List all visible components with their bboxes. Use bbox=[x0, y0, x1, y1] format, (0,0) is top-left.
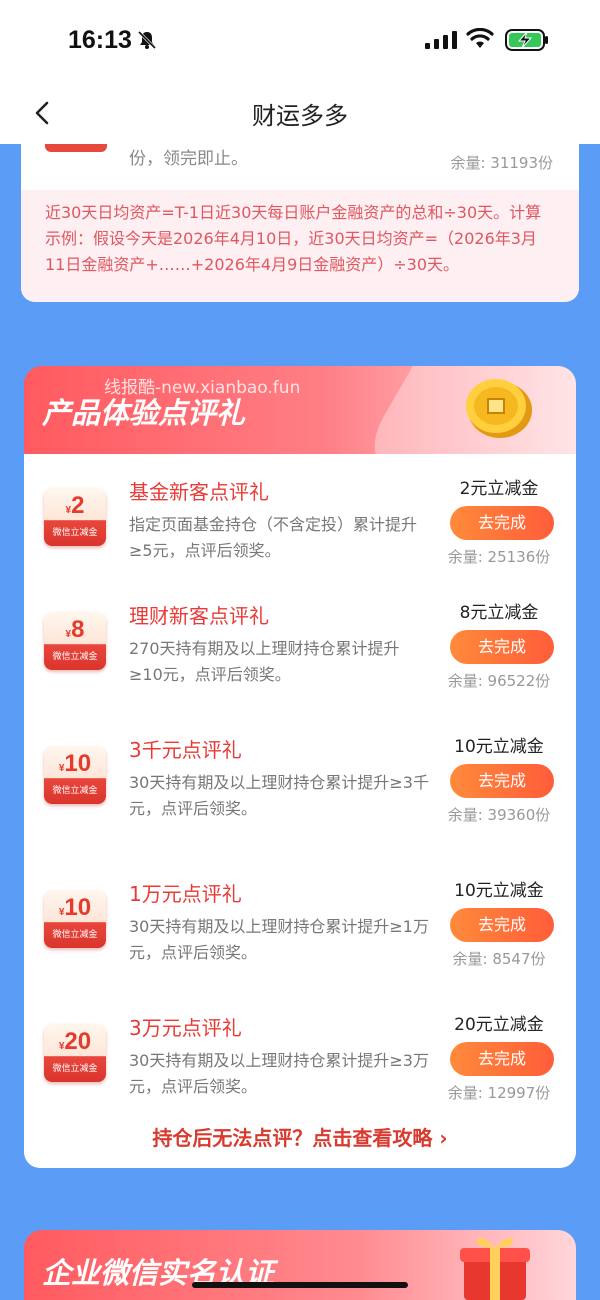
badge-label: 微信立减金 bbox=[52, 528, 98, 538]
product-list: ¥2 微信立减金 基金新客点评礼 指定页面基金持仓（不含定投）累计提升≥5元，点… bbox=[24, 454, 576, 1168]
badge-label: 微信立减金 bbox=[52, 652, 98, 662]
list-item: ¥10 微信立减金 1万元点评礼 30天持有期及以上理财持仓累计提升≥1万元，点… bbox=[24, 856, 576, 990]
item-reward: 10元立减金 bbox=[454, 737, 544, 757]
top-card: 份，领完即止。 余量: 31193份 近30天日均资产=T-1日近30天每日账户… bbox=[21, 144, 579, 302]
item-stock: 余量: 25136份 bbox=[447, 548, 551, 566]
reward-badge: ¥10 微信立减金 bbox=[44, 890, 106, 948]
item-stock: 余量: 96522份 bbox=[447, 672, 551, 690]
gift-icon bbox=[460, 1237, 530, 1300]
asset-note: 近30天日均资产=T-1日近30天每日账户金融资产的总和÷30天。计算示例：假设… bbox=[21, 190, 579, 302]
item-reward: 20元立减金 bbox=[454, 1015, 544, 1035]
home-indicator bbox=[192, 1282, 408, 1288]
item-title: 1万元点评礼 bbox=[129, 882, 242, 906]
status-time: 16:13 bbox=[68, 26, 132, 54]
reward-badge-partial bbox=[45, 144, 107, 152]
watermark-text: 线报酷-new.xianbao.fun bbox=[104, 378, 301, 398]
item-reward: 8元立减金 bbox=[459, 603, 539, 623]
nav-bar: 财运多多 bbox=[0, 80, 600, 144]
item-title: 基金新客点评礼 bbox=[129, 480, 269, 504]
item-stock: 余量: 8547份 bbox=[452, 950, 546, 968]
bell-slash-icon bbox=[137, 30, 157, 50]
go-complete-button[interactable]: 去完成 bbox=[450, 630, 554, 664]
badge-amount: 8 bbox=[71, 616, 85, 643]
item-title: 3万元点评礼 bbox=[129, 1016, 242, 1040]
item-desc: 指定页面基金持仓（不含定投）累计提升≥5元，点评后领奖。 bbox=[129, 515, 418, 560]
item-reward: 10元立减金 bbox=[454, 881, 544, 901]
badge-label: 微信立减金 bbox=[52, 786, 98, 796]
status-bar: 16:13 bbox=[0, 0, 600, 80]
item-desc: 30天持有期及以上理财持仓累计提升≥3万元，点评后领奖。 bbox=[129, 1051, 429, 1096]
reward-badge: ¥20 微信立减金 bbox=[44, 1024, 106, 1082]
badge-amount: 20 bbox=[64, 1028, 92, 1055]
item-stock: 余量: 12997份 bbox=[447, 1084, 551, 1102]
item-desc: 30天持有期及以上理财持仓累计提升≥3千元，点评后领奖。 bbox=[129, 773, 429, 818]
list-item: ¥10 微信立减金 3千元点评礼 30天持有期及以上理财持仓累计提升≥3千元，点… bbox=[24, 712, 576, 846]
go-complete-button[interactable]: 去完成 bbox=[450, 1042, 554, 1076]
item-title: 3千元点评礼 bbox=[129, 738, 242, 762]
badge-label: 微信立减金 bbox=[52, 1064, 98, 1074]
wifi-icon bbox=[466, 28, 494, 48]
signal-icon bbox=[425, 31, 457, 49]
reward-badge: ¥10 微信立减金 bbox=[44, 746, 106, 804]
badge-label: 微信立减金 bbox=[52, 930, 98, 940]
item-desc: 30天持有期及以上理财持仓累计提升≥1万元，点评后领奖。 bbox=[129, 917, 429, 962]
item-reward: 2元立减金 bbox=[459, 479, 539, 499]
reward-badge: ¥8 微信立减金 bbox=[44, 612, 106, 670]
badge-amount: 10 bbox=[64, 750, 92, 777]
item-desc: 270天持有期及以上理财持仓累计提升≥10元，点评后领奖。 bbox=[129, 639, 400, 684]
list-item: ¥8 微信立减金 理财新客点评礼 270天持有期及以上理财持仓累计提升≥10元，… bbox=[24, 578, 576, 712]
badge-amount: 2 bbox=[71, 492, 85, 519]
go-complete-button[interactable]: 去完成 bbox=[450, 506, 554, 540]
go-complete-button[interactable]: 去完成 bbox=[450, 764, 554, 798]
coin-icon bbox=[466, 379, 532, 438]
list-item: ¥20 微信立减金 3万元点评礼 30天持有期及以上理财持仓累计提升≥3万元，点… bbox=[24, 990, 576, 1124]
reward-badge: ¥2 微信立减金 bbox=[44, 488, 106, 546]
item-stock: 余量: 39360份 bbox=[447, 806, 551, 824]
badge-amount: 10 bbox=[64, 894, 92, 921]
list-item: ¥2 微信立减金 基金新客点评礼 指定页面基金持仓（不含定投）累计提升≥5元，点… bbox=[24, 454, 576, 588]
battery-charging-icon bbox=[505, 29, 548, 51]
top-card-desc: 份，领完即止。 bbox=[129, 149, 248, 169]
top-card-stock: 余量: 31193份 bbox=[450, 154, 553, 172]
go-complete-button[interactable]: 去完成 bbox=[450, 908, 554, 942]
item-title: 理财新客点评礼 bbox=[129, 604, 269, 628]
page-title: 财运多多 bbox=[252, 102, 348, 130]
strategy-guide-link[interactable]: 持仓后无法点评？点击查看攻略 › bbox=[24, 1122, 576, 1151]
